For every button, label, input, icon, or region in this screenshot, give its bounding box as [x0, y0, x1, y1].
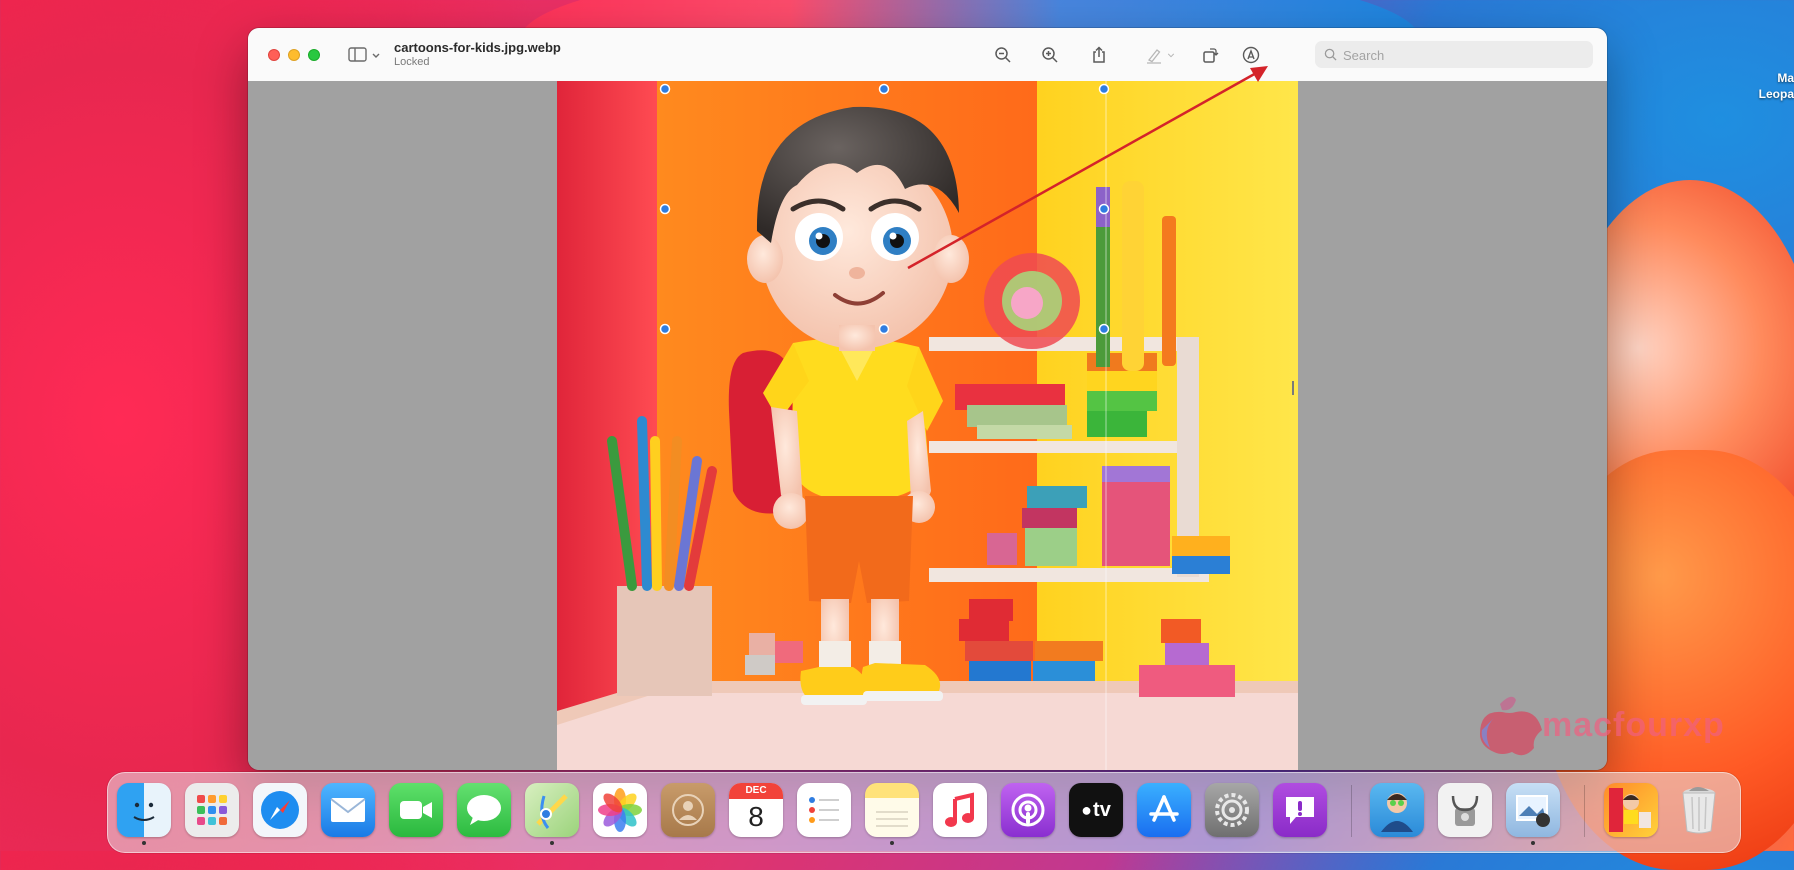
- running-indicator: [1531, 841, 1535, 845]
- stethoscope-icon: [1451, 795, 1479, 826]
- feedback-exclamation-icon: [1286, 797, 1314, 824]
- dock-maps[interactable]: [525, 783, 579, 837]
- dock: DEC 8 ● tv: [107, 772, 1741, 853]
- dock-system-settings[interactable]: [1205, 783, 1259, 837]
- dock-notes[interactable]: [865, 783, 919, 837]
- dock-music[interactable]: [933, 783, 987, 837]
- running-indicator: [142, 841, 146, 845]
- dock-preview[interactable]: [1506, 783, 1560, 837]
- dock-separator: [1351, 785, 1352, 837]
- contacts-person-icon: [672, 794, 704, 826]
- dock-calendar[interactable]: DEC 8: [729, 783, 783, 837]
- message-bubble-icon: [467, 795, 501, 825]
- dock-reminders[interactable]: [797, 783, 851, 837]
- watermark-text: macfourxp: [1542, 706, 1725, 744]
- dock-messages[interactable]: [457, 783, 511, 837]
- reminders-list-icon: [809, 797, 839, 823]
- podcasts-icon: [1011, 793, 1045, 827]
- finder-icon: [133, 802, 155, 821]
- app-store-icon: [1149, 795, 1179, 822]
- facetime-camera-icon: [400, 801, 432, 819]
- dock-safari[interactable]: [253, 783, 307, 837]
- dock-trash[interactable]: [1672, 783, 1726, 837]
- dock-apple-tv[interactable]: ● tv: [1069, 783, 1123, 837]
- watermark: macfourxp: [1472, 690, 1772, 760]
- dock-finder[interactable]: [117, 783, 171, 837]
- gear-icon: [1215, 793, 1249, 827]
- dock-user-app[interactable]: [1370, 783, 1424, 837]
- music-note-icon: [945, 792, 974, 827]
- photos-flower-icon: [598, 788, 642, 832]
- running-indicator: [890, 841, 894, 845]
- preview-photos-icon: [1516, 795, 1550, 827]
- dock-podcasts[interactable]: [1001, 783, 1055, 837]
- dock-launchpad[interactable]: [185, 783, 239, 837]
- safari-compass-icon: [261, 791, 299, 829]
- dock-mail[interactable]: [321, 783, 375, 837]
- mail-envelope-icon: [330, 798, 366, 822]
- person-avatar-icon: [1381, 793, 1413, 832]
- dock-contacts[interactable]: [661, 783, 715, 837]
- dock-disk-utility[interactable]: [1438, 783, 1492, 837]
- dock-app-store[interactable]: [1137, 783, 1191, 837]
- appletv-label: tv: [1093, 798, 1111, 821]
- apple-logo-icon: ●: [1081, 799, 1093, 820]
- dock-separator: [1584, 785, 1585, 837]
- calendar-month: DEC: [729, 783, 783, 799]
- dock-facetime[interactable]: [389, 783, 443, 837]
- trash-icon: [1682, 787, 1716, 834]
- notes-lines-icon: [876, 811, 908, 827]
- running-indicator: [550, 841, 554, 845]
- calendar-day: 8: [748, 801, 764, 832]
- dock-feedback-assistant[interactable]: [1273, 783, 1327, 837]
- dock-photos[interactable]: [593, 783, 647, 837]
- launchpad-icon: [197, 795, 227, 825]
- cartoon-thumbnail-icon: [1609, 788, 1651, 832]
- map-pin-icon: [536, 794, 568, 829]
- dock-recent-image[interactable]: [1604, 783, 1658, 837]
